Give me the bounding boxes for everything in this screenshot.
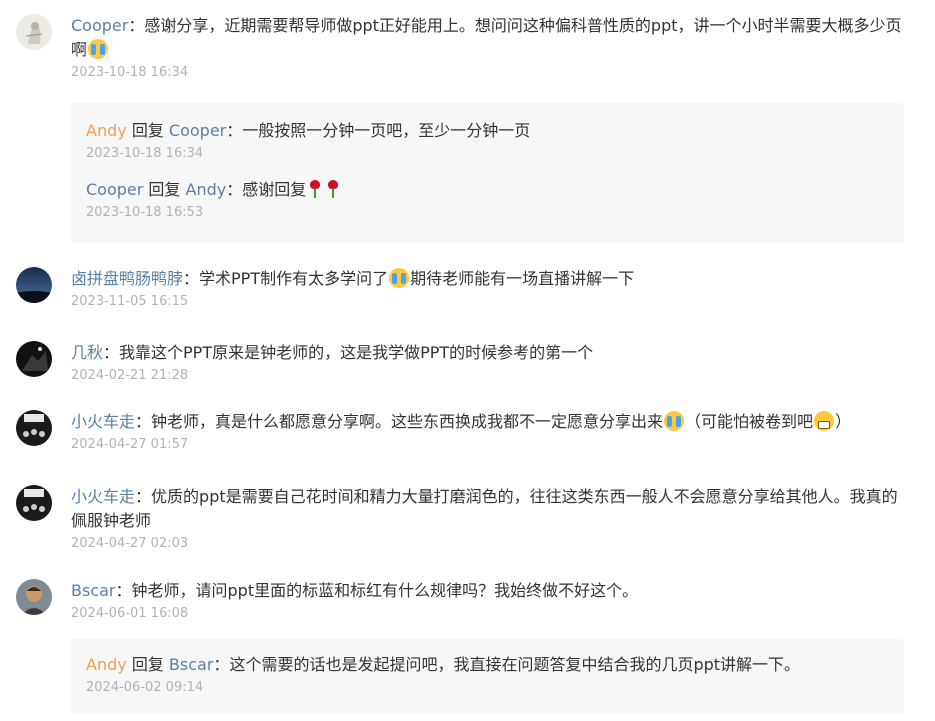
comment-text: 我靠这个PPT原来是钟老师的，这是我学做PPT的时候参考的第一个 <box>119 343 594 362</box>
reply-author[interactable]: Andy <box>86 655 127 674</box>
reply-time: 2024-06-02 09:14 <box>86 680 204 695</box>
reply-list: Andy 回复 Bscar：这个需要的话也是发起提问吧，我直接在问题答复中结合我… <box>71 639 904 714</box>
reply-author[interactable]: Cooper <box>86 180 143 199</box>
comment-author[interactable]: 小火车走 <box>71 412 135 431</box>
reply-author[interactable]: Andy <box>86 121 127 140</box>
comment-body: 小火车走：优质的ppt是需要自己花时间和精力大量打磨润色的，往往这类东西一般人不… <box>71 485 906 553</box>
comment-time: 2024-06-01 16:08 <box>71 606 189 621</box>
reply-target[interactable]: Bscar <box>169 655 214 674</box>
comment-author[interactable]: Bscar <box>71 581 116 600</box>
comment-time: 2023-10-18 16:34 <box>71 65 189 80</box>
comment-body: 小火车走：钟老师，真是什么都愿意分享啊。这些东西换成我都不一定愿意分享出来 （可能… <box>71 410 906 454</box>
comment-time: 2024-04-27 01:57 <box>71 437 189 452</box>
comment-text: ） <box>835 412 852 431</box>
comment-text: 钟老师，请问ppt里面的标蓝和标红有什么规律吗？我始终做不好这个。 <box>131 581 639 600</box>
reply-item: Andy 回复 Bscar：这个需要的话也是发起提问吧，我直接在问题答复中结合我… <box>86 653 894 697</box>
comment-text-line: Cooper：感谢分享，近期需要帮导师做ppt正好能用上。想问问这种偏科普性质的… <box>71 16 902 59</box>
comment-body: Bscar：钟老师，请问ppt里面的标蓝和标红有什么规律吗？我始终做不好这个。 … <box>71 579 906 623</box>
comment-time: 2023-11-05 16:15 <box>71 294 189 309</box>
comment-text: 感谢分享，近期需要帮导师做ppt正好能用上。想问问这种偏科普性质的ppt，讲一个… <box>71 16 902 59</box>
comment-author[interactable]: 卤拼盘鸭肠鸭脖 <box>71 269 183 288</box>
crying-emoji-icon <box>664 411 685 431</box>
avatar[interactable] <box>16 14 52 50</box>
reply-word: 回复 <box>131 121 164 140</box>
avatar[interactable] <box>16 579 52 615</box>
reply-text: 感谢回复 <box>242 180 307 199</box>
comment-text: 钟老师，真是什么都愿意分享啊。这些东西换成我都不一定愿意分享出来 <box>151 412 664 431</box>
comment-text: （可能怕被卷到吧 <box>685 412 814 431</box>
comment-body: 卤拼盘鸭肠鸭脖：学术PPT制作有太多学问了 期待老师能有一场直播讲解一下 2023… <box>71 267 906 311</box>
reply-time: 2023-10-18 16:34 <box>86 146 204 161</box>
rose-emoji-icon <box>308 179 322 199</box>
comment-time: 2024-02-21 21:28 <box>71 368 189 383</box>
avatar[interactable] <box>16 485 52 521</box>
comment-author[interactable]: Cooper <box>71 16 128 35</box>
comment-text: 期待老师能有一场直播讲解一下 <box>410 269 635 288</box>
avatar[interactable] <box>16 410 52 446</box>
comment-author[interactable]: 小火车走 <box>71 487 135 506</box>
comment-time: 2024-04-27 02:03 <box>71 536 189 551</box>
reply-item: Cooper 回复 Andy：感谢回复 2023-10-18 16:53 <box>86 178 894 222</box>
reply-word: 回复 <box>131 655 164 674</box>
reply-time: 2023-10-18 16:53 <box>86 205 204 220</box>
comment-author[interactable]: 几秋 <box>71 343 103 362</box>
comment-text: 优质的ppt是需要自己花时间和精力大量打磨润色的，往往这类东西一般人不会愿意分享… <box>71 487 898 530</box>
comment-body: 几秋：我靠这个PPT原来是钟老师的，这是我学做PPT的时候参考的第一个 2024… <box>71 341 906 385</box>
rose-emoji-icon <box>326 179 340 199</box>
comment-text: 学术PPT制作有太多学问了 <box>199 269 389 288</box>
comment-body: Cooper：感谢分享，近期需要帮导师做ppt正好能用上。想问问这种偏科普性质的… <box>71 14 906 82</box>
reply-text: 这个需要的话也是发起提问吧，我直接在问题答复中结合我的几页ppt讲解一下。 <box>229 655 801 674</box>
crying-emoji-icon <box>389 268 410 288</box>
reply-target[interactable]: Cooper <box>169 121 226 140</box>
reply-text: 一般按照一分钟一页吧，至少一分钟一页 <box>242 121 531 140</box>
crying-emoji-icon <box>88 39 109 59</box>
grinning-emoji-icon <box>814 411 835 431</box>
reply-target[interactable]: Andy <box>186 180 227 199</box>
reply-word: 回复 <box>148 180 181 199</box>
reply-list: Andy 回复 Cooper：一般按照一分钟一页吧，至少一分钟一页 2023-1… <box>71 103 904 243</box>
avatar[interactable] <box>16 267 52 303</box>
avatar[interactable] <box>16 341 52 377</box>
reply-item: Andy 回复 Cooper：一般按照一分钟一页吧，至少一分钟一页 2023-1… <box>86 119 894 163</box>
